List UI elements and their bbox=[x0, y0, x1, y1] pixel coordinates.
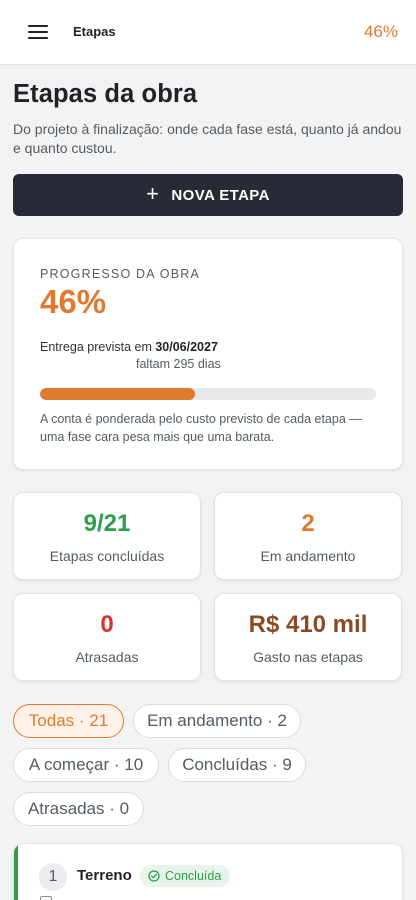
stage-status-badge: Concluída bbox=[140, 865, 231, 887]
plus-icon: + bbox=[146, 181, 160, 206]
stage-number: 1 bbox=[39, 863, 67, 891]
delivery-prefix: Entrega prevista em bbox=[40, 340, 152, 354]
check-circle-icon bbox=[148, 870, 160, 882]
stat-value: R$ 410 mil bbox=[248, 611, 368, 638]
stat-value: 2 bbox=[301, 510, 315, 537]
top-bar: Etapas 46% bbox=[0, 0, 416, 65]
new-stage-label: NOVA ETAPA bbox=[171, 186, 270, 204]
stat-label: Gasto nas etapas bbox=[253, 649, 363, 665]
filter-chip-all[interactable]: Todas · 21 bbox=[13, 704, 124, 738]
stage-card[interactable]: 1 Terreno Concluída bbox=[13, 843, 403, 900]
progress-note: A conta é ponderada pelo custo previsto … bbox=[40, 412, 362, 444]
stat-in-progress-card: 2 Em andamento bbox=[214, 492, 402, 580]
progress-label: PROGRESSO DA OBRA bbox=[40, 267, 201, 281]
stage-name: Terreno bbox=[77, 867, 132, 884]
filter-chip-to-start[interactable]: A começar · 10 bbox=[13, 748, 159, 782]
hamburger-menu-icon[interactable] bbox=[28, 24, 48, 40]
stat-delayed-card: 0 Atrasadas bbox=[13, 593, 201, 681]
stat-label: Atrasadas bbox=[75, 649, 139, 665]
progress-bar bbox=[40, 388, 376, 400]
calendar-icon bbox=[40, 896, 52, 900]
stat-completed-card: 9/21 Etapas concluídas bbox=[13, 492, 201, 580]
page-subtitle: Do projeto à finalização: onde cada fase… bbox=[13, 121, 402, 156]
stat-label: Etapas concluídas bbox=[49, 548, 165, 564]
progress-card: PROGRESSO DA OBRA 46% Entrega prevista e… bbox=[13, 238, 403, 470]
progress-bar-fill bbox=[40, 388, 195, 400]
stat-label: Em andamento bbox=[260, 548, 356, 564]
filter-chip-completed[interactable]: Concluídas · 9 bbox=[168, 748, 306, 782]
delivery-date-value: 30/06/2027 bbox=[155, 340, 218, 354]
new-stage-button[interactable]: + NOVA ETAPA bbox=[13, 174, 403, 216]
stat-value: 0 bbox=[100, 611, 114, 638]
header-title: Etapas bbox=[73, 24, 116, 39]
filter-chip-in-progress[interactable]: Em andamento · 2 bbox=[133, 704, 301, 738]
page-title: Etapas da obra bbox=[13, 80, 198, 108]
stage-status-accent bbox=[14, 844, 18, 900]
progress-value: 46% bbox=[40, 283, 107, 320]
delivery-date: Entrega prevista em 30/06/2027 bbox=[40, 340, 218, 354]
stage-status-label: Concluída bbox=[165, 869, 222, 883]
days-remaining: faltam 295 dias bbox=[136, 357, 221, 371]
header-progress: 46% bbox=[363, 22, 398, 41]
stat-value: 9/21 bbox=[83, 510, 131, 537]
filter-chip-delayed[interactable]: Atrasadas · 0 bbox=[13, 792, 144, 826]
stat-spent-card: R$ 410 mil Gasto nas etapas bbox=[214, 593, 402, 681]
